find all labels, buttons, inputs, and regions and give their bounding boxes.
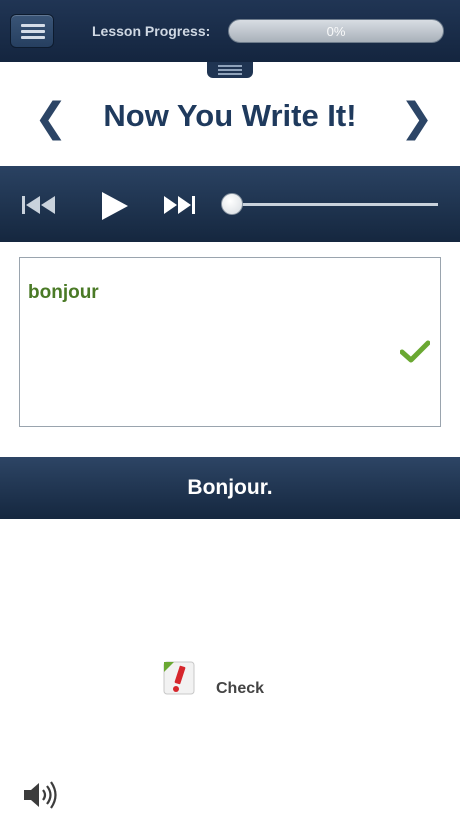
pencil-check-icon [163,661,195,695]
skip-forward-icon[interactable] [163,194,197,216]
translation-text: Bonjour. [187,476,273,499]
skip-back-icon[interactable] [22,194,58,216]
menu-icon-line [21,24,45,27]
checkmark-icon [400,340,430,363]
answer-input[interactable]: bonjour [19,257,441,427]
check-label: Check [216,680,265,697]
grip-icon-line [218,73,242,75]
play-icon[interactable] [100,191,130,221]
grip-icon-line [218,69,242,71]
playback-slider-thumb[interactable] [221,193,243,215]
playback-slider-track[interactable] [232,203,438,206]
drawer-handle[interactable] [207,62,253,78]
next-button[interactable]: ❯ [400,96,434,140]
menu-icon-line [21,36,45,39]
translation-bar: Bonjour. [0,457,460,519]
menu-button[interactable] [10,14,54,48]
lesson-progress-text: 0% [326,24,346,39]
lesson-progress-label: Lesson Progress: [92,23,211,39]
answer-text: bonjour [28,282,99,303]
check-button[interactable]: Check [160,658,280,702]
page-title: Now You Write It! [103,98,357,133]
previous-button[interactable]: ❮ [34,96,68,140]
grip-icon-line [218,65,242,67]
top-bar: Lesson Progress: 0% [0,0,460,62]
menu-icon-line [21,30,45,33]
lesson-progress-bar: 0% [228,19,444,43]
speaker-icon[interactable] [22,780,60,810]
